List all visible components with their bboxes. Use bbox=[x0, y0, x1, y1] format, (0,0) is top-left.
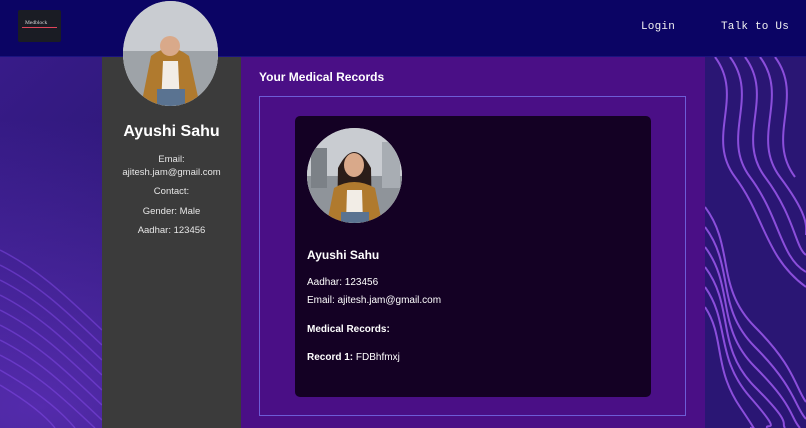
aadhar-text: Aadhar: 123456 bbox=[137, 225, 206, 236]
gender-text: Gender: Male bbox=[142, 206, 201, 217]
records-container: Ayushi Sahu Aadhar: 123456 Email: ajites… bbox=[259, 96, 686, 416]
card-aadhar: Aadhar: 123456 bbox=[307, 277, 379, 288]
record-value: FDBhfmxj bbox=[355, 352, 400, 363]
top-navbar: Medblock Login Talk to Us bbox=[0, 0, 806, 57]
record-label: Record 1: bbox=[307, 352, 354, 363]
medical-records-panel: Your Medical Records Ayushi Sahu Aadhar:… bbox=[241, 57, 705, 428]
profile-photo bbox=[123, 1, 218, 106]
profile-name: Ayushi Sahu bbox=[123, 123, 220, 140]
record-card: Ayushi Sahu Aadhar: 123456 Email: ajites… bbox=[295, 116, 651, 397]
talk-to-us-link[interactable]: Talk to Us bbox=[721, 21, 789, 33]
logo-underline bbox=[22, 27, 57, 28]
email-label: Email: bbox=[158, 154, 185, 165]
login-link[interactable]: Login bbox=[641, 21, 675, 33]
logo-icon[interactable]: Medblock bbox=[18, 10, 61, 42]
profile-sidebar: Ayushi Sahu Email: ajitesh.jam@gmail.com… bbox=[102, 1, 241, 428]
contact-label: Contact: bbox=[153, 186, 190, 197]
email-value: ajitesh.jam@gmail.com bbox=[122, 167, 221, 178]
logo-text: Medblock bbox=[25, 20, 48, 26]
page-title: Your Medical Records bbox=[259, 70, 385, 84]
medical-records-heading: Medical Records: bbox=[307, 324, 390, 335]
right-wave-decoration bbox=[704, 56, 806, 428]
card-profile-photo bbox=[307, 128, 402, 223]
record-item: Record 1: FDBhfmxj bbox=[307, 352, 400, 363]
card-email: Email: ajitesh.jam@gmail.com bbox=[307, 295, 442, 306]
card-name: Ayushi Sahu bbox=[307, 248, 380, 262]
